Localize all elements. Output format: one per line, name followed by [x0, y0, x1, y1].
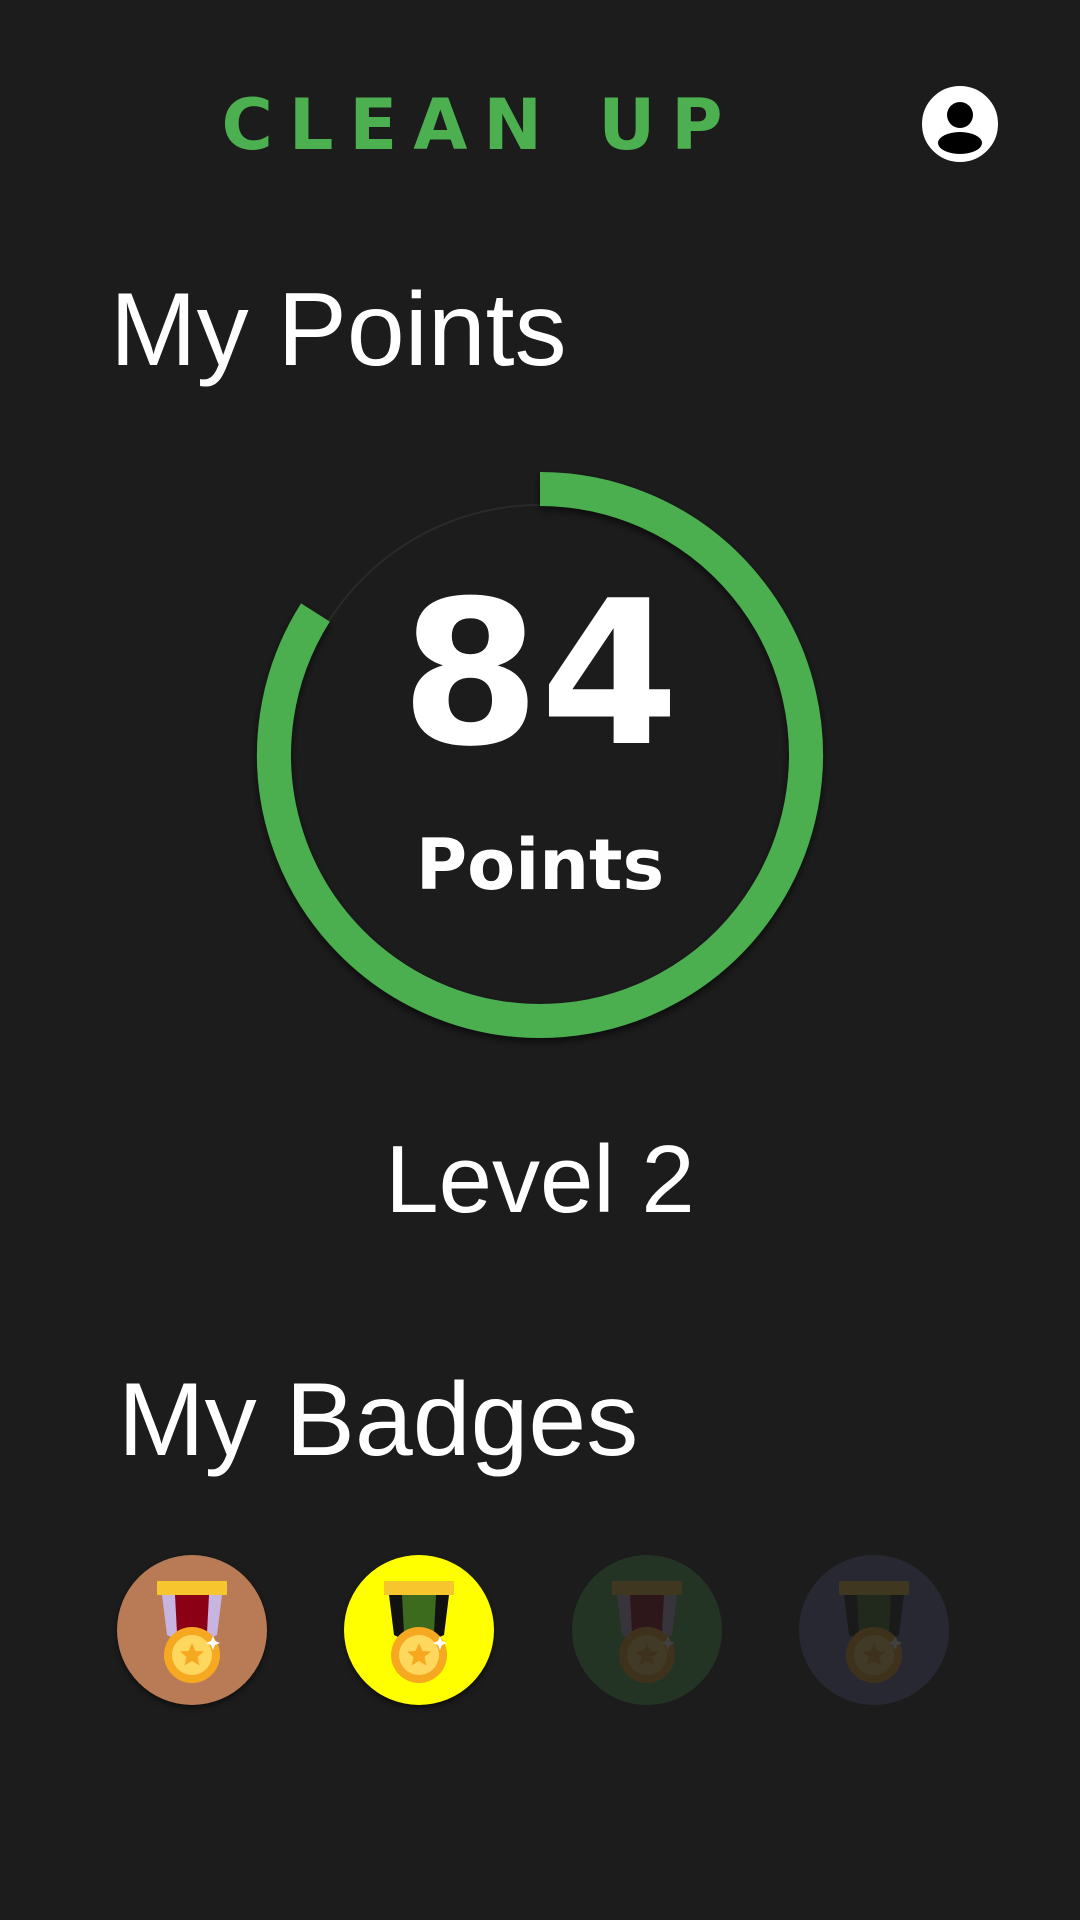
points-progress-ring: 84 Points: [240, 455, 840, 1055]
my-points-heading: My Points: [110, 272, 567, 388]
profile-button[interactable]: [922, 86, 998, 162]
app-screen: CLEAN UP My Points 84 Points Level 2 My …: [0, 0, 1080, 1920]
points-unit-label: Points: [415, 824, 665, 906]
medal-icon: [612, 1581, 682, 1683]
badge-2[interactable]: [344, 1555, 494, 1705]
user-profile-icon: [922, 86, 998, 162]
my-badges-heading: My Badges: [118, 1362, 639, 1478]
medal-icon: [157, 1581, 227, 1683]
medal-icon: [839, 1581, 909, 1683]
badge-1[interactable]: [117, 1555, 267, 1705]
badges-list: [0, 1555, 1080, 1705]
badge-3[interactable]: [572, 1555, 722, 1705]
level-label: Level 2: [385, 1126, 695, 1233]
medal-icon: [384, 1581, 454, 1683]
points-value: 84: [400, 558, 680, 791]
app-title: CLEAN UP: [221, 84, 739, 166]
badge-4[interactable]: [799, 1555, 949, 1705]
